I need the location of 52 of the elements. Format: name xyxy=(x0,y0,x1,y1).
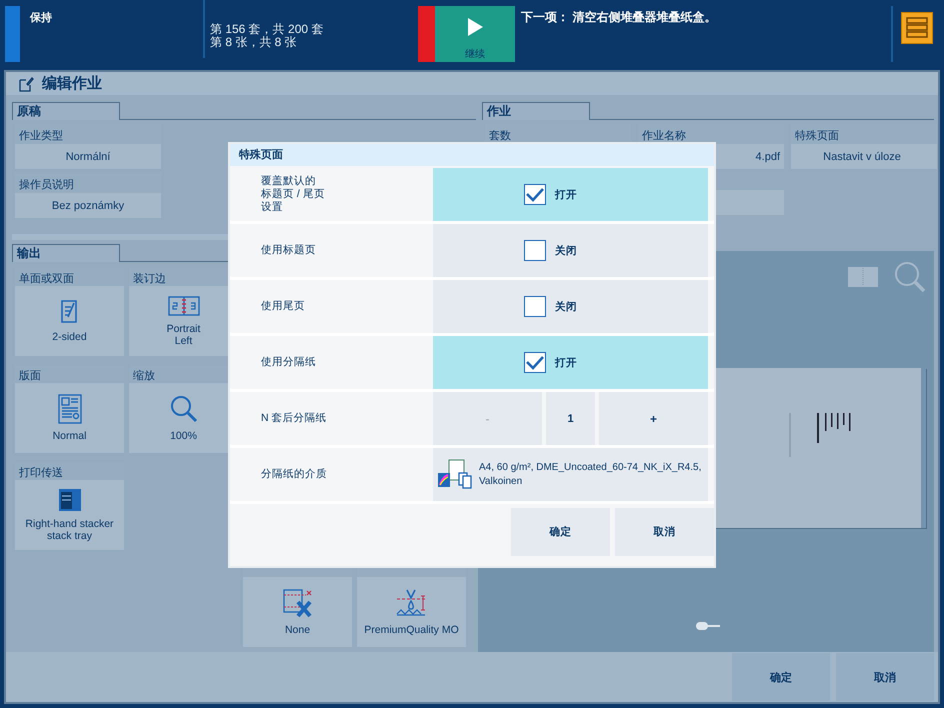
zoom-icon[interactable] xyxy=(894,261,926,294)
checkbox-icon xyxy=(524,240,546,261)
setting-tile[interactable]: Right-hand stacker stack tray xyxy=(15,480,124,550)
magnifier-icon xyxy=(168,394,198,424)
option-label: 使用标题页 xyxy=(261,244,316,257)
printer-state: 保持 xyxy=(30,10,52,26)
continue-button[interactable]: 继续 xyxy=(435,6,515,62)
footer-button[interactable]: 确定 xyxy=(732,653,830,702)
field-value-button[interactable]: Bez poznámky xyxy=(15,193,161,218)
field-value-button[interactable]: Nastavit v úloze xyxy=(791,144,937,170)
setting-tile[interactable]: None xyxy=(243,577,352,648)
window-title: 编辑作业 xyxy=(42,74,102,94)
no-trim-icon xyxy=(280,588,314,618)
sheet-counter: 第 8 张，共 8 张 xyxy=(210,36,298,49)
next-step-message: 下一项： 清空右侧堆叠器堆叠纸盒。 xyxy=(521,9,718,26)
stop-indicator xyxy=(418,6,435,62)
stepper-value: 1 xyxy=(546,392,595,445)
section-tab[interactable]: 作业 xyxy=(482,102,590,120)
dialog-button[interactable]: 取消 xyxy=(615,508,714,556)
stacker-button[interactable] xyxy=(901,12,933,44)
toggle-option[interactable]: 关闭 xyxy=(433,280,708,333)
dialog-title: 特殊页面 xyxy=(239,149,283,161)
document-icon xyxy=(58,394,82,424)
increment-button[interactable]: + xyxy=(599,392,708,445)
toggle-option[interactable]: 打开 xyxy=(433,336,708,389)
server-icon xyxy=(904,15,930,41)
checkbox-icon xyxy=(524,296,546,317)
checkbox-icon xyxy=(524,352,546,373)
option-label: 分隔纸的介质 xyxy=(261,468,327,481)
set-counter: 第 156 套，共 200 套 xyxy=(210,23,324,36)
field-value-button[interactable]: Normální xyxy=(15,144,161,170)
option-label: 使用分隔纸 xyxy=(261,356,316,369)
status-indicator xyxy=(5,6,20,62)
option-label: 使用尾页 xyxy=(261,300,305,313)
section-tab[interactable]: 输出 xyxy=(12,244,120,262)
book-view-icon[interactable] xyxy=(848,267,878,288)
edit-icon xyxy=(18,76,34,92)
setting-tile[interactable]: Normal xyxy=(15,383,124,454)
option-label: N 套后分隔纸 xyxy=(261,412,326,425)
checkbox-icon xyxy=(524,184,546,205)
footer-button[interactable]: 取消 xyxy=(836,653,934,702)
option-label: 覆盖默认的 标题页 / 尾页 设置 xyxy=(261,175,325,214)
slider-handle-icon[interactable] xyxy=(696,622,720,630)
book-icon xyxy=(168,295,200,318)
section-tab[interactable]: 原稿 xyxy=(12,102,120,120)
dialog-button[interactable]: 确定 xyxy=(511,508,610,556)
toggle-option[interactable]: 关闭 xyxy=(433,224,708,277)
media-selector[interactable]: A4, 60 g/m², DME_Uncoated_60-74_NK_iX_R4.5, Valkoinen xyxy=(433,448,708,501)
tray-icon xyxy=(58,488,82,512)
setting-tile[interactable]: PremiumQuality MO xyxy=(357,577,466,648)
setting-tile[interactable]: 2-sided xyxy=(15,286,124,356)
toggle-option[interactable]: 打开 xyxy=(433,168,708,221)
